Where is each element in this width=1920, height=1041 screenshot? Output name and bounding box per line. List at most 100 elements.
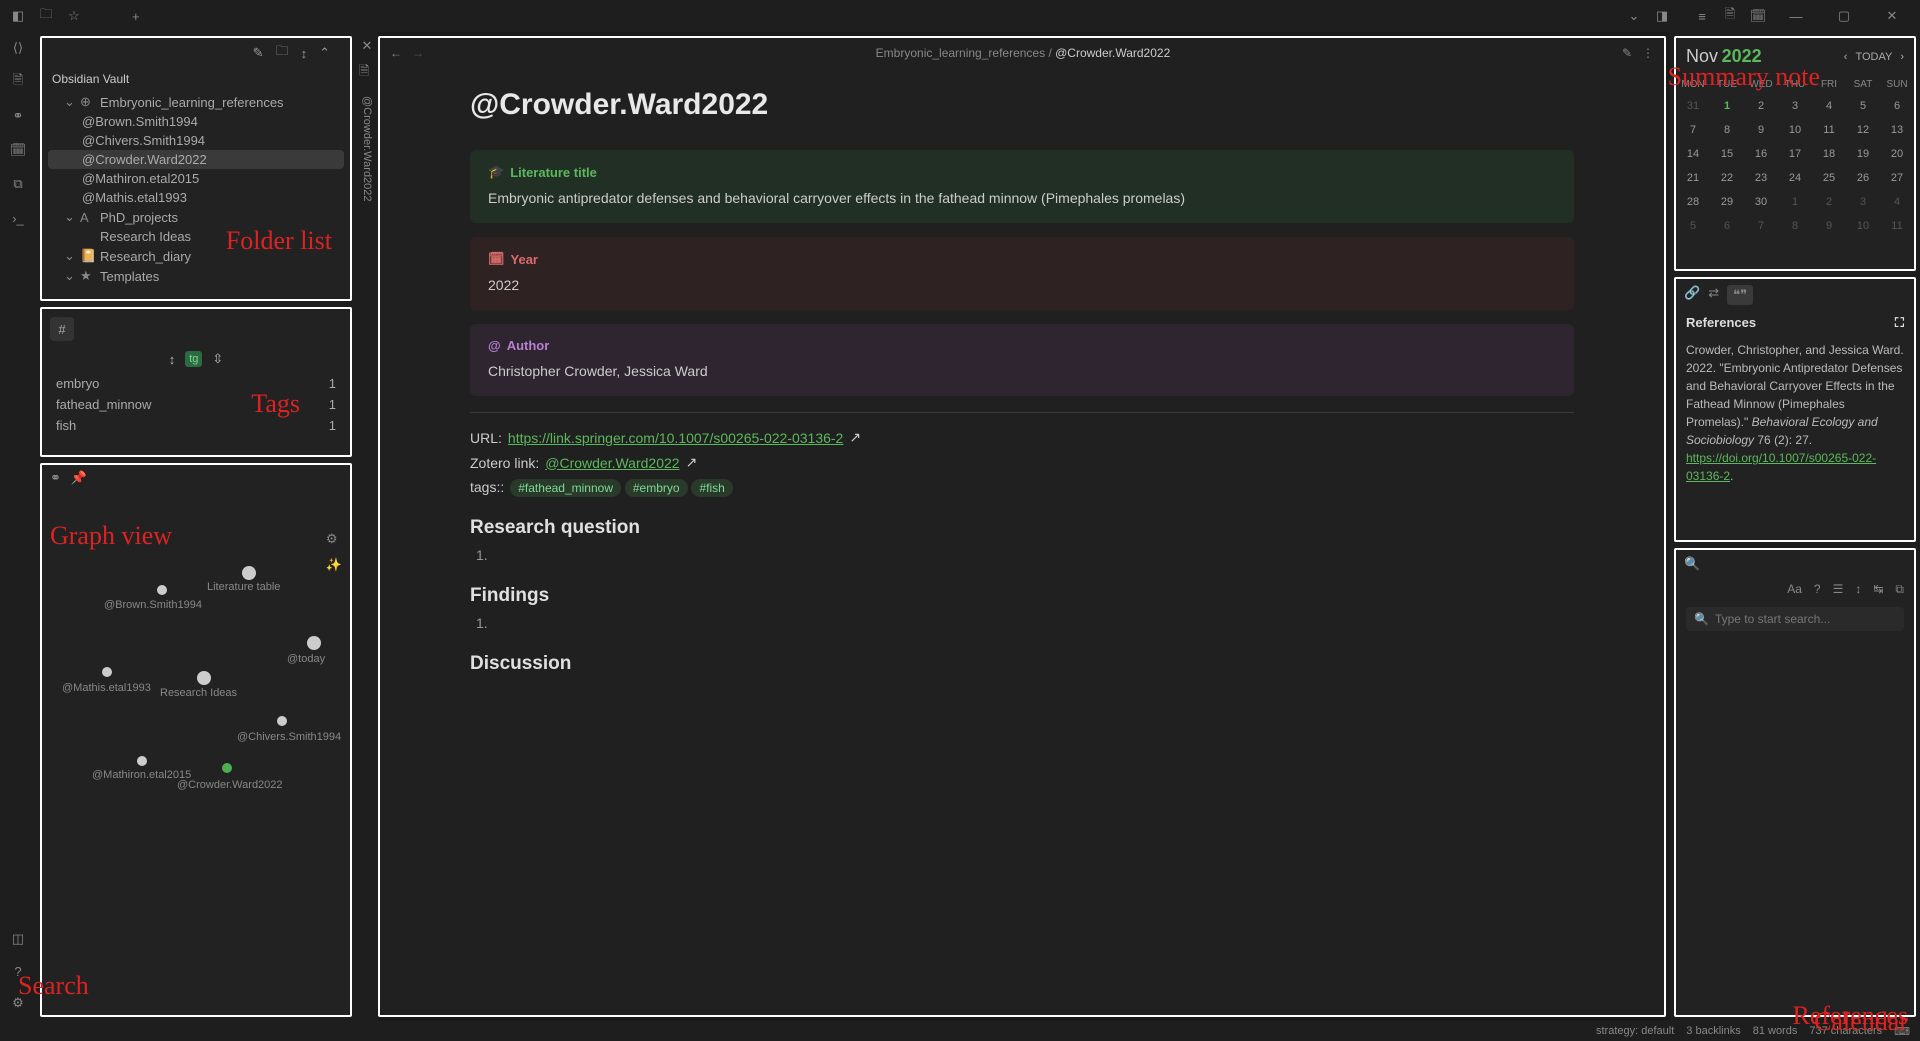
cal-day[interactable]: 20	[1880, 142, 1914, 166]
tag-row[interactable]: embryo1	[42, 373, 350, 394]
collapse-icon[interactable]: ⌃	[319, 45, 330, 61]
search-icon[interactable]: 🔍	[1684, 556, 1700, 571]
daily-note-icon[interactable]: 🗓	[8, 140, 28, 160]
cal-day[interactable]: 15	[1710, 142, 1744, 166]
tag-row[interactable]: fathead_minnow1	[42, 394, 350, 415]
maximize-button[interactable]: ▢	[1824, 8, 1864, 24]
cal-day[interactable]: 8	[1778, 214, 1812, 238]
cal-day[interactable]: 5	[1846, 94, 1880, 118]
url-link[interactable]: https://link.springer.com/10.1007/s00265…	[508, 430, 843, 446]
cal-day[interactable]: 4	[1880, 190, 1914, 214]
nav-back-icon[interactable]: ←	[390, 46, 402, 60]
gear-icon[interactable]: ⚙	[326, 531, 342, 547]
new-note-icon[interactable]: ✎	[253, 45, 264, 61]
tree-row[interactable]: @Mathis.etal1993	[42, 188, 350, 207]
list-icon[interactable]: ≡	[1692, 6, 1712, 26]
cal-day[interactable]: 17	[1778, 142, 1812, 166]
file-icon[interactable]: 🗎	[8, 72, 28, 92]
cal-day[interactable]: 14	[1676, 142, 1710, 166]
cal-day[interactable]: 1	[1778, 190, 1812, 214]
today-button[interactable]: TODAY	[1855, 51, 1892, 63]
expand-icon[interactable]: ⇳	[212, 351, 223, 367]
copy-results-icon[interactable]: ⧉	[1895, 582, 1904, 597]
help-icon[interactable]: ?	[8, 961, 28, 981]
graph-icon[interactable]: ⚭	[8, 106, 28, 126]
tree-row[interactable]: @Crowder.Ward2022	[48, 150, 344, 169]
breadcrumb-current[interactable]: @Crowder.Ward2022	[1055, 46, 1170, 60]
cal-day[interactable]: 13	[1880, 118, 1914, 142]
cal-day[interactable]: 16	[1744, 142, 1778, 166]
cal-day[interactable]: 24	[1778, 166, 1812, 190]
more-icon[interactable]: ⋮	[1642, 46, 1654, 60]
cal-day[interactable]: 29	[1710, 190, 1744, 214]
tree-row[interactable]: ⌄APhD_projects	[42, 207, 350, 227]
cal-day[interactable]: 9	[1744, 118, 1778, 142]
tree-row[interactable]: @Mathiron.etal2015	[42, 169, 350, 188]
cal-day[interactable]: 2	[1812, 190, 1846, 214]
cal-day[interactable]: 10	[1846, 214, 1880, 238]
sort-icon[interactable]: ↕	[301, 46, 308, 61]
sort-icon[interactable]: ↕	[169, 352, 176, 367]
folder-open-icon[interactable]: 🗀	[36, 6, 56, 26]
cal-day[interactable]: 1	[1710, 94, 1744, 118]
copy-icon[interactable]: ⧉	[8, 174, 28, 194]
new-folder-icon[interactable]: 🗀	[276, 42, 289, 64]
expand-icon[interactable]: ⛶	[1895, 315, 1904, 331]
keyboard-icon[interactable]: ⌨	[1894, 1025, 1910, 1038]
cal-day[interactable]: 6	[1880, 94, 1914, 118]
cal-day[interactable]: 18	[1812, 142, 1846, 166]
close-tab-icon[interactable]: ✕	[362, 38, 373, 54]
tree-row[interactable]: ⌄★Templates	[42, 266, 350, 286]
list-icon[interactable]: ☰	[1833, 582, 1844, 597]
vertical-tab[interactable]: @Crowder.Ward2022	[359, 90, 375, 208]
tree-row[interactable]: ⌄📔Research_diary	[42, 246, 350, 266]
edit-icon[interactable]: ✎	[1622, 46, 1632, 60]
match-case-icon[interactable]: Aa	[1787, 582, 1802, 597]
cal-day[interactable]: 25	[1812, 166, 1846, 190]
close-button[interactable]: ✕	[1872, 8, 1912, 24]
document-icon[interactable]: 🗎	[1720, 6, 1740, 26]
layout-icon[interactable]: ↹	[1873, 582, 1883, 597]
vault-icon[interactable]: ◫	[8, 929, 28, 949]
link-icon[interactable]: 🔗	[1684, 285, 1700, 305]
cal-day[interactable]: 7	[1744, 214, 1778, 238]
local-graph-icon[interactable]: ⚭	[50, 470, 61, 486]
tag-row[interactable]: fish1	[42, 415, 350, 436]
cal-day[interactable]: 4	[1812, 94, 1846, 118]
cal-day[interactable]: 26	[1846, 166, 1880, 190]
nav-forward-icon[interactable]: →	[412, 46, 424, 60]
sidebar-toggle-icon[interactable]: ◧	[8, 6, 28, 26]
cal-day[interactable]: 28	[1676, 190, 1710, 214]
cal-day[interactable]: 22	[1710, 166, 1744, 190]
wand-icon[interactable]: ✨	[326, 557, 342, 573]
cal-day[interactable]: 31	[1676, 94, 1710, 118]
sort-icon[interactable]: ↕	[1855, 582, 1861, 597]
tag-chip[interactable]: #fathead_minnow	[510, 479, 621, 497]
tag-chip[interactable]: #embryo	[625, 479, 688, 497]
cal-day[interactable]: 27	[1880, 166, 1914, 190]
status-backlinks[interactable]: 3 backlinks	[1686, 1025, 1740, 1037]
cal-day[interactable]: 6	[1710, 214, 1744, 238]
settings-icon[interactable]: ⚙	[8, 993, 28, 1013]
note-body[interactable]: Summary note @Crowder.Ward2022 🎓Literatu…	[380, 68, 1664, 1015]
zotero-link[interactable]: @Crowder.Ward2022	[545, 455, 679, 471]
tree-row[interactable]: @Brown.Smith1994	[42, 112, 350, 131]
doi-link[interactable]: https://doi.org/10.1007/s00265-022-03136…	[1686, 451, 1876, 483]
chevron-down-icon[interactable]: ⌄	[1624, 6, 1644, 26]
tag-mode-icon[interactable]: tg	[185, 351, 202, 367]
references-tab-icon[interactable]: ❝❞	[1727, 285, 1753, 305]
cal-day[interactable]: 11	[1812, 118, 1846, 142]
cal-day[interactable]: 7	[1676, 118, 1710, 142]
cal-day[interactable]: 19	[1846, 142, 1880, 166]
regex-icon[interactable]: ?	[1814, 582, 1821, 597]
tree-row[interactable]: Research Ideas	[42, 227, 350, 246]
backlinks-icon[interactable]: ⇄	[1708, 285, 1719, 305]
hash-icon[interactable]: #	[50, 317, 74, 341]
new-tab-button[interactable]: +	[132, 9, 140, 24]
prev-month-icon[interactable]: ‹	[1844, 51, 1848, 63]
cal-day[interactable]: 3	[1846, 190, 1880, 214]
cal-day[interactable]: 23	[1744, 166, 1778, 190]
minimize-button[interactable]: ―	[1776, 9, 1816, 24]
cal-day[interactable]: 3	[1778, 94, 1812, 118]
tag-chip[interactable]: #fish	[691, 479, 732, 497]
